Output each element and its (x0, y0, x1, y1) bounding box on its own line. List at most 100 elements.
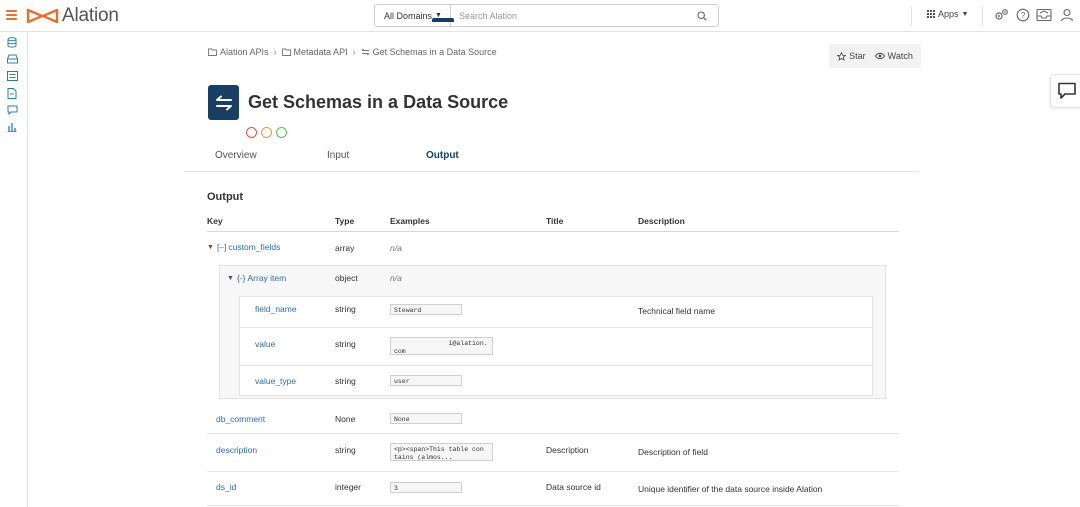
breadcrumb: Alation APIs › Metadata API › Get Schema… (208, 47, 497, 57)
search-icon[interactable] (692, 10, 712, 21)
top-navigation-bar: Alation All Domains ▼ Apps ▼ ? (0, 0, 1080, 32)
star-button[interactable]: Star (837, 51, 866, 61)
status-circle-green[interactable] (276, 127, 287, 138)
row-divider (240, 365, 872, 366)
divider (982, 6, 983, 26)
star-icon (837, 51, 847, 61)
example-code-box: <p><span>This table con tains (almos... (390, 443, 493, 461)
title-cell: Data source id (546, 482, 601, 492)
breadcrumb-item-metadata-api[interactable]: Metadata API (281, 47, 348, 57)
table-row-key-field-name[interactable]: field_name (255, 304, 297, 314)
search-input[interactable] (450, 10, 692, 21)
key-label: Array item (247, 273, 287, 283)
collapse-triangle-icon[interactable]: ▼ (207, 244, 214, 251)
type-cell: object (335, 273, 358, 283)
table-row-key-ds-id[interactable]: ds_id (216, 482, 236, 492)
column-header-key: Key (207, 216, 223, 226)
breadcrumb-item-current: Get Schemas in a Data Source (361, 47, 497, 57)
table-row-key-value[interactable]: value (255, 339, 275, 349)
example-code-box: None (390, 413, 462, 424)
tab-input[interactable]: Input (327, 150, 349, 161)
type-cell: None (335, 414, 356, 424)
api-folder-icon (208, 48, 217, 56)
table-row-key-value-type[interactable]: value_type (255, 376, 296, 386)
tab-overview[interactable]: Overview (215, 150, 257, 161)
star-watch-group: Star Watch (829, 44, 921, 68)
column-header-title: Title (546, 216, 564, 226)
alation-logo[interactable]: Alation (26, 5, 119, 27)
api-folder-icon (281, 48, 291, 56)
search-bar: All Domains ▼ (374, 4, 719, 27)
document-icon[interactable] (6, 87, 18, 99)
column-header-examples: Examples (390, 216, 430, 226)
example-code-box: 3 (390, 482, 462, 493)
chevron-down-icon: ▼ (961, 10, 969, 18)
settings-gears-icon[interactable] (993, 7, 1009, 23)
brand-name: Alation (62, 5, 119, 26)
hamburger-menu-icon[interactable] (6, 10, 17, 20)
alation-bowtie-icon (26, 8, 59, 24)
conversation-icon[interactable] (6, 104, 18, 116)
eye-icon (874, 52, 885, 60)
example-cell: n/a (390, 243, 402, 253)
domain-filter-dropdown[interactable]: All Domains ▼ (375, 5, 451, 26)
chat-bubble-icon (1058, 82, 1076, 99)
table-row-key-array-item[interactable]: ▼ {-} Array item (227, 273, 286, 283)
table-row-key-description[interactable]: description (216, 445, 257, 455)
apps-grid-icon (927, 10, 935, 18)
type-cell: string (335, 445, 356, 455)
tab-bar: Overview Input Output (184, 150, 919, 172)
breadcrumb-separator: › (273, 47, 277, 57)
svg-text:?: ? (1021, 11, 1026, 20)
table-row-key-db-comment[interactable]: db_comment (216, 414, 265, 424)
type-cell: integer (335, 482, 361, 492)
inbox-icon[interactable] (1036, 7, 1052, 23)
description-cell: Technical field name (638, 306, 716, 316)
swap-arrows-icon (208, 85, 239, 120)
column-header-type: Type (335, 216, 355, 226)
analytics-chart-icon[interactable] (6, 121, 18, 133)
apps-menu-button[interactable]: Apps ▼ (927, 9, 968, 19)
storage-drive-icon[interactable] (6, 53, 18, 65)
column-header-description: Description (638, 216, 685, 226)
trust-status-circles (246, 127, 287, 138)
example-code-box: i@alation. com (390, 337, 493, 355)
section-title: Output (207, 191, 244, 203)
left-rail (0, 32, 28, 507)
page-title: Get Schemas in a Data Source (248, 92, 509, 112)
title-cell: Description (546, 445, 589, 455)
breadcrumb-item-alation-apis[interactable]: Alation APIs (208, 47, 269, 57)
object-braces-icon: {-} (236, 273, 246, 283)
breadcrumb-label: Alation APIs (220, 47, 269, 57)
domain-filter-label: All Domains (384, 10, 433, 21)
row-divider (207, 433, 899, 434)
status-circle-red[interactable] (246, 127, 257, 138)
example-code-box: Steward (390, 304, 462, 315)
row-divider (207, 505, 899, 506)
row-divider (207, 471, 899, 472)
feedback-chat-button[interactable] (1050, 74, 1080, 108)
key-label: custom_fields (228, 242, 281, 252)
database-icon[interactable] (6, 36, 18, 48)
example-code-box: user (390, 375, 462, 386)
watch-button[interactable]: Watch (874, 51, 913, 61)
row-divider (240, 327, 872, 328)
breadcrumb-label: Get Schemas in a Data Source (372, 47, 497, 57)
swap-arrows-icon (361, 48, 369, 56)
star-label: Star (849, 51, 866, 61)
description-cell: Unique identifier of the data source ins… (638, 484, 823, 494)
collapse-triangle-icon[interactable]: ▼ (227, 275, 234, 282)
catalog-list-icon[interactable] (6, 70, 18, 82)
help-icon[interactable]: ? (1015, 7, 1031, 23)
breadcrumb-separator: › (352, 47, 356, 57)
table-row-key-custom-fields[interactable]: ▼ [–] custom_fields (207, 242, 280, 252)
apps-label: Apps (938, 9, 959, 19)
type-cell: string (335, 304, 356, 314)
array-brackets-icon: [–] (216, 242, 227, 252)
status-circle-orange[interactable] (261, 127, 272, 138)
user-profile-icon[interactable] (1059, 7, 1075, 23)
tab-output[interactable]: Output (426, 150, 459, 161)
active-tab-indicator (432, 18, 454, 22)
description-cell: Description of field (638, 447, 708, 457)
type-cell: string (335, 376, 356, 386)
